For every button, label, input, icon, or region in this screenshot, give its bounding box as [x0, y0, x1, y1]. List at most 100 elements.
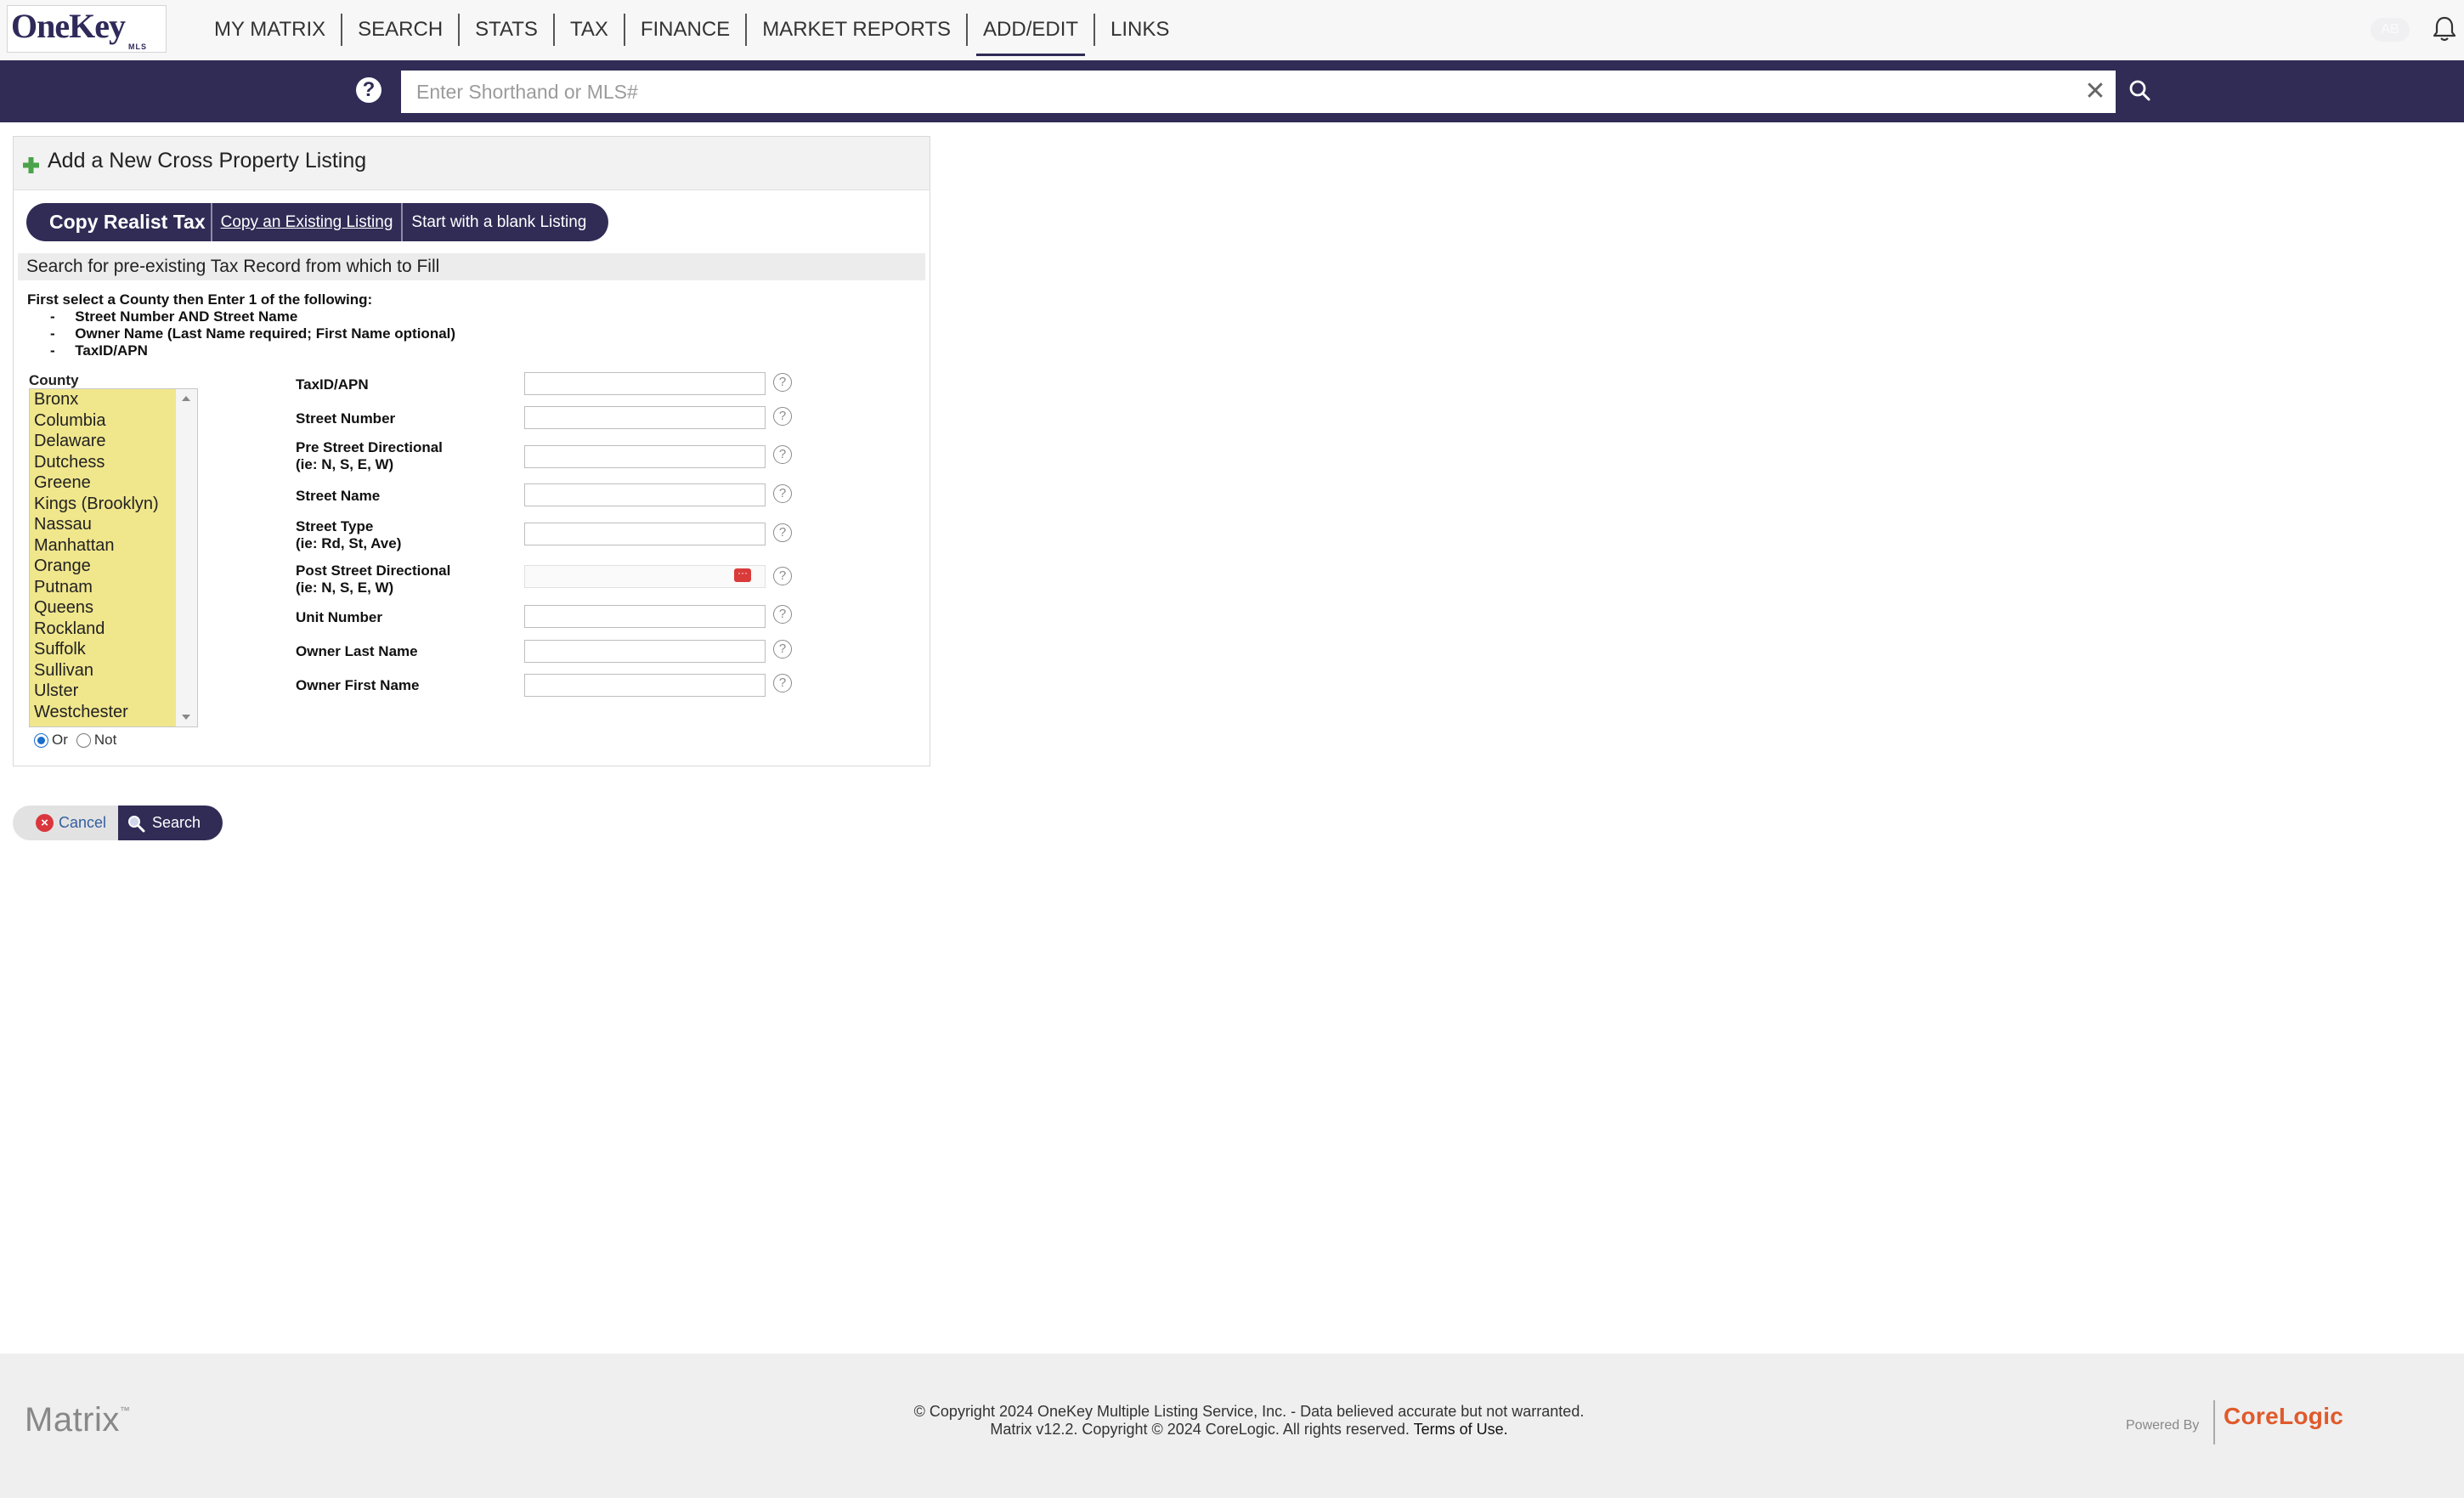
street-name-input[interactable] [524, 483, 766, 506]
county-option[interactable]: Sullivan [30, 660, 176, 681]
county-option[interactable]: Orange [30, 556, 176, 577]
footer: Matrix™ © Copyright 2024 OneKey Multiple… [0, 1354, 2464, 1498]
label-hint: (ie: Rd, St, Ave) [296, 535, 402, 551]
nav-search[interactable]: SEARCH [342, 14, 461, 46]
nav-add-edit[interactable]: ADD/EDIT [968, 14, 1096, 56]
county-option[interactable]: Suffolk [30, 639, 176, 660]
county-option[interactable]: Delaware [30, 431, 176, 452]
field-label-street-name: Street Name [296, 488, 380, 505]
fill-method-tabs: Copy Realist Tax Copy an Existing Listin… [26, 203, 609, 241]
taxid-input[interactable] [524, 372, 766, 395]
lookup-icon[interactable]: ··· [734, 568, 751, 582]
help-icon[interactable]: ? [773, 567, 792, 585]
street-number-input[interactable] [524, 406, 766, 429]
search-button[interactable]: Search [118, 806, 223, 840]
instructions: First select a County then Enter 1 of th… [27, 291, 455, 359]
form-actions: × Cancel Search [13, 806, 223, 840]
terms-of-use-link[interactable]: Terms of Use. [1414, 1421, 1508, 1438]
label-line: Post Street Directional [296, 562, 451, 579]
nav-finance[interactable]: FINANCE [625, 14, 748, 46]
county-option[interactable]: Columbia [30, 410, 176, 432]
nav-market-reports[interactable]: MARKET REPORTS [747, 14, 969, 46]
county-option[interactable]: Nassau [30, 514, 176, 535]
county-mode-radios: Or Not [34, 732, 125, 749]
nav-stats[interactable]: STATS [460, 14, 555, 46]
unit-number-input[interactable] [524, 605, 766, 628]
county-option[interactable]: Rockland [30, 619, 176, 640]
nav-my-matrix[interactable]: MY MATRIX [201, 14, 343, 46]
radio-or-label: Or [52, 732, 68, 748]
county-option[interactable]: Westchester [30, 702, 176, 723]
shorthand-search-input[interactable] [401, 71, 2116, 113]
owner-last-name-input[interactable] [524, 640, 766, 663]
field-label-street-type: Street Type (ie: Rd, St, Ave) [296, 518, 401, 552]
instruction-item: - Owner Name (Last Name required; First … [50, 325, 456, 342]
panel-header: Add a New Cross Property Listing [14, 137, 930, 190]
post-directional-input[interactable] [524, 565, 766, 588]
county-listbox[interactable]: Bronx Columbia Delaware Dutchess Greene … [29, 388, 198, 727]
radio-not[interactable] [76, 732, 91, 748]
clear-icon[interactable]: ✕ [2083, 76, 2107, 107]
field-label-unit-number: Unit Number [296, 609, 382, 626]
county-option[interactable]: Dutchess [30, 452, 176, 473]
search-label: Search [152, 814, 201, 831]
help-icon[interactable]: ? [773, 373, 792, 392]
help-icon[interactable]: ? [773, 484, 792, 503]
county-option[interactable]: Queens [30, 597, 176, 619]
bell-icon[interactable] [2432, 15, 2457, 42]
pre-directional-input[interactable] [524, 445, 766, 468]
radio-not-label: Not [93, 732, 117, 748]
plus-icon [23, 157, 39, 173]
user-avatar[interactable]: AB [2371, 18, 2410, 42]
tab-blank-listing[interactable]: Start with a blank Listing [401, 203, 608, 241]
tab-copy-existing-listing[interactable]: Copy an Existing Listing [210, 203, 402, 241]
field-label-pre-directional: Pre Street Directional (ie: N, S, E, W) [296, 439, 443, 473]
label-line: Owner Last Name [296, 643, 418, 659]
label-line: Pre Street Directional [296, 439, 443, 455]
corelogic-logo: CoreLogic [2224, 1403, 2344, 1429]
divider [2213, 1400, 2215, 1444]
label-hint: (ie: N, S, E, W) [296, 579, 394, 596]
logo-sub: MLS [128, 42, 147, 51]
nav-links[interactable]: LINKS [1095, 14, 1184, 46]
help-icon[interactable]: ? [773, 640, 792, 659]
county-option[interactable]: Manhattan [30, 535, 176, 557]
owner-first-name-input[interactable] [524, 674, 766, 697]
nav-tax[interactable]: TAX [555, 14, 625, 46]
copyright-line-2: Matrix v12.2. Copyright © 2024 CoreLogic… [59, 1421, 2439, 1439]
onekey-logo[interactable]: OneKey MLS [7, 5, 167, 53]
scroll-up-icon[interactable] [182, 396, 190, 401]
search-icon[interactable] [2128, 78, 2151, 104]
help-icon[interactable]: ? [773, 407, 792, 426]
search-icon [128, 815, 145, 832]
field-label-street-number: Street Number [296, 410, 395, 427]
radio-or[interactable] [34, 732, 48, 748]
scroll-down-icon[interactable] [182, 715, 190, 720]
copyright-line-1: © Copyright 2024 OneKey Multiple Listing… [913, 1403, 1585, 1420]
county-label: County [29, 372, 79, 388]
county-option[interactable]: Greene [30, 472, 176, 494]
help-icon[interactable]: ? [773, 523, 792, 542]
top-nav: OneKey MLS MY MATRIX SEARCH STATS TAX FI… [0, 0, 2464, 61]
help-icon[interactable]: ? [356, 77, 381, 103]
panel-title: Add a New Cross Property Listing [48, 149, 367, 172]
county-option[interactable]: Bronx [30, 389, 176, 410]
field-label-owner-last: Owner Last Name [296, 643, 418, 660]
copyright-text: Matrix v12.2. Copyright © 2024 CoreLogic… [990, 1421, 1410, 1438]
county-scrollbar[interactable] [176, 389, 197, 726]
label-hint: (ie: N, S, E, W) [296, 456, 394, 472]
help-icon[interactable]: ? [773, 445, 792, 464]
county-option[interactable]: Putnam [30, 577, 176, 598]
field-label-taxid: TaxID/APN [296, 376, 369, 393]
cross-property-panel: Add a New Cross Property Listing Copy Re… [13, 136, 930, 766]
county-option[interactable]: Ulster [30, 681, 176, 702]
section-title: Search for pre-existing Tax Record from … [18, 253, 925, 280]
instruction-item: - Street Number AND Street Name [50, 308, 298, 325]
instruction-item: - TaxID/APN [50, 342, 148, 359]
help-icon[interactable]: ? [773, 605, 792, 624]
help-icon[interactable]: ? [773, 674, 792, 692]
cancel-button[interactable]: × Cancel [13, 806, 119, 840]
tab-copy-realist-tax[interactable]: Copy Realist Tax [26, 203, 211, 241]
county-option[interactable]: Kings (Brooklyn) [30, 494, 176, 515]
street-type-input[interactable] [524, 523, 766, 545]
